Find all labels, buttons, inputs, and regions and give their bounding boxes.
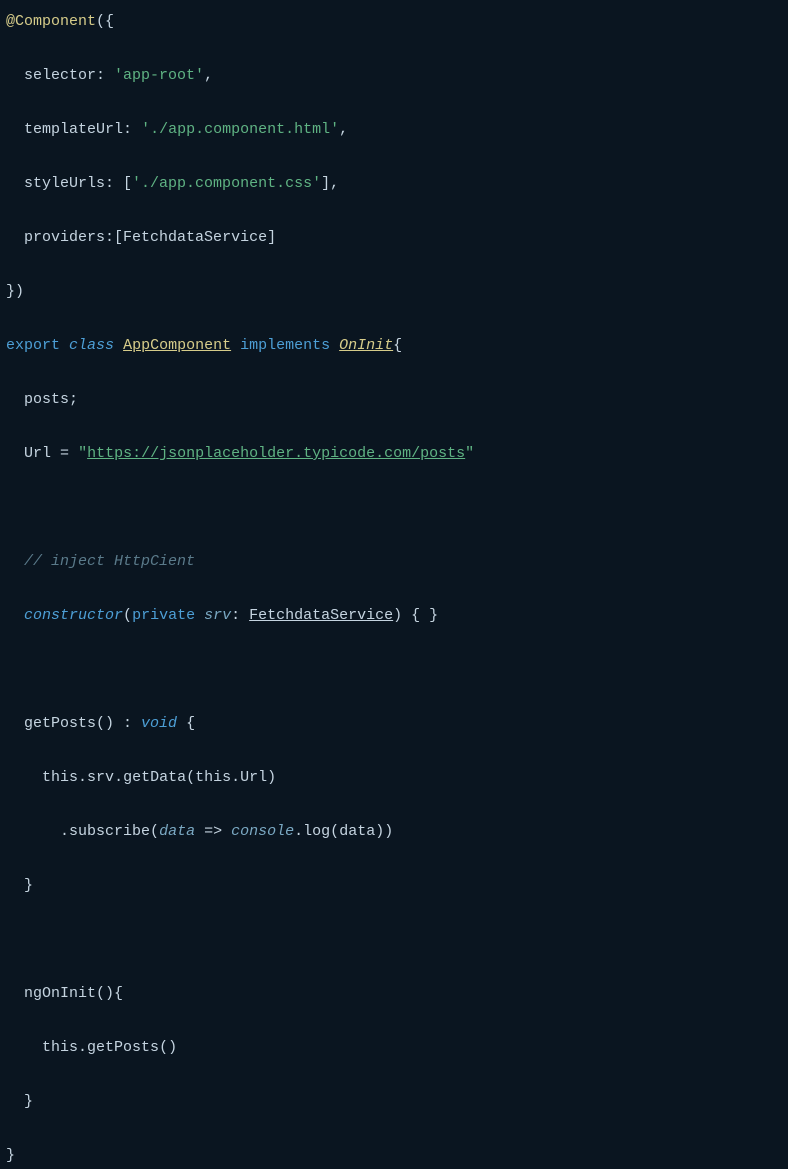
code-line: [6, 494, 782, 521]
code-line: getPosts() : void {: [6, 710, 782, 737]
code-line: this.srv.getData(this.Url): [6, 764, 782, 791]
code-line: constructor(private srv: FetchdataServic…: [6, 602, 782, 629]
code-line: Url = "https://jsonplaceholder.typicode.…: [6, 440, 782, 467]
code-line: [6, 656, 782, 683]
code-line: posts;: [6, 386, 782, 413]
code-editor[interactable]: @Component({ selector: 'app-root', templ…: [6, 8, 782, 1169]
code-line: }: [6, 1088, 782, 1115]
code-line: selector: 'app-root',: [6, 62, 782, 89]
code-line: this.getPosts(): [6, 1034, 782, 1061]
code-line: }: [6, 1142, 782, 1169]
code-line: }): [6, 278, 782, 305]
code-line: templateUrl: './app.component.html',: [6, 116, 782, 143]
code-line: [6, 926, 782, 953]
code-line: }: [6, 872, 782, 899]
code-line: export class AppComponent implements OnI…: [6, 332, 782, 359]
code-line: ngOnInit(){: [6, 980, 782, 1007]
code-line: styleUrls: ['./app.component.css'],: [6, 170, 782, 197]
code-line: // inject HttpCient: [6, 548, 782, 575]
code-line: providers:[FetchdataService]: [6, 224, 782, 251]
code-line: .subscribe(data => console.log(data)): [6, 818, 782, 845]
code-line: @Component({: [6, 8, 782, 35]
